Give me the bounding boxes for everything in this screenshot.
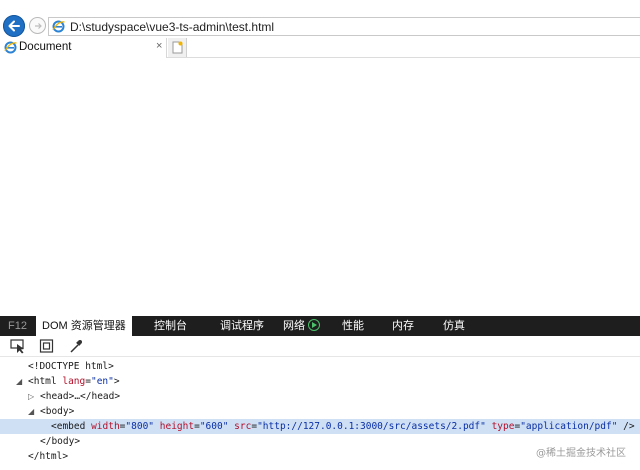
- tab-document[interactable]: Document ×: [0, 38, 167, 58]
- url-text: D:\studyspace\vue3-ts-admin\test.html: [70, 20, 275, 34]
- new-tab-button[interactable]: [168, 38, 187, 57]
- html-close-tag: </html>: [28, 451, 69, 462]
- dom-line-doctype[interactable]: <!DOCTYPE html>: [0, 359, 640, 374]
- devtools-toolbar: [0, 336, 640, 357]
- tab-network[interactable]: 网络: [283, 316, 320, 336]
- tab-network-label: 网络: [283, 320, 305, 332]
- ie-icon: [52, 20, 65, 33]
- body-close-tag: </body>: [40, 436, 81, 447]
- tab-console[interactable]: 控制台: [154, 316, 187, 336]
- tab-bar: Document ×: [0, 38, 640, 58]
- forward-button[interactable]: [29, 17, 46, 34]
- expanded-triangle-icon[interactable]: ◢: [28, 404, 34, 419]
- dom-line-head[interactable]: ▷ <head>…</head>: [0, 389, 640, 404]
- body-open-tag: <body>: [40, 406, 75, 417]
- expanded-triangle-icon[interactable]: ◢: [16, 374, 22, 389]
- tab-debugger[interactable]: 调试程序: [220, 316, 264, 336]
- watermark: @稀土掘金技术社区: [536, 448, 626, 459]
- highlight-box-icon[interactable]: [39, 339, 55, 354]
- address-bar-row: D:\studyspace\vue3-ts-admin\test.html: [0, 0, 640, 38]
- color-picker-icon[interactable]: [68, 339, 84, 354]
- doctype-text: <!DOCTYPE html>: [28, 361, 114, 372]
- f12-label: F12: [8, 320, 27, 332]
- head-tag: <head>…</head>: [40, 391, 121, 402]
- tab-dom-explorer[interactable]: DOM 资源管理器: [36, 316, 132, 336]
- tab-memory[interactable]: 内存: [392, 316, 414, 336]
- dom-line-embed[interactable]: <embed width="800" height="600" src="htt…: [0, 419, 640, 434]
- tab-emulation[interactable]: 仿真: [443, 316, 465, 336]
- html-open-tag: <html lang="en">: [28, 376, 120, 387]
- dom-line-html[interactable]: ◢ <html lang="en">: [0, 374, 640, 389]
- new-page-icon: [172, 41, 183, 54]
- select-element-icon[interactable]: [10, 339, 26, 354]
- dom-line-body[interactable]: ◢ <body>: [0, 404, 640, 419]
- tab-performance[interactable]: 性能: [342, 316, 364, 336]
- play-icon: [308, 319, 320, 331]
- tab-label: Document: [19, 41, 72, 53]
- embed-tag: <embed width="800" height="600" src="htt…: [51, 421, 635, 432]
- back-button[interactable]: [3, 15, 25, 37]
- arrow-left-icon: [8, 20, 20, 32]
- collapsed-triangle-icon[interactable]: ▷: [28, 389, 34, 404]
- close-icon[interactable]: ×: [156, 40, 162, 52]
- address-input[interactable]: D:\studyspace\vue3-ts-admin\test.html: [48, 17, 640, 36]
- arrow-right-icon: [35, 23, 42, 29]
- ie-icon: [4, 41, 17, 54]
- devtools-tab-bar: F12 DOM 资源管理器 控制台 调试程序 网络 性能 内存 仿真: [0, 316, 640, 336]
